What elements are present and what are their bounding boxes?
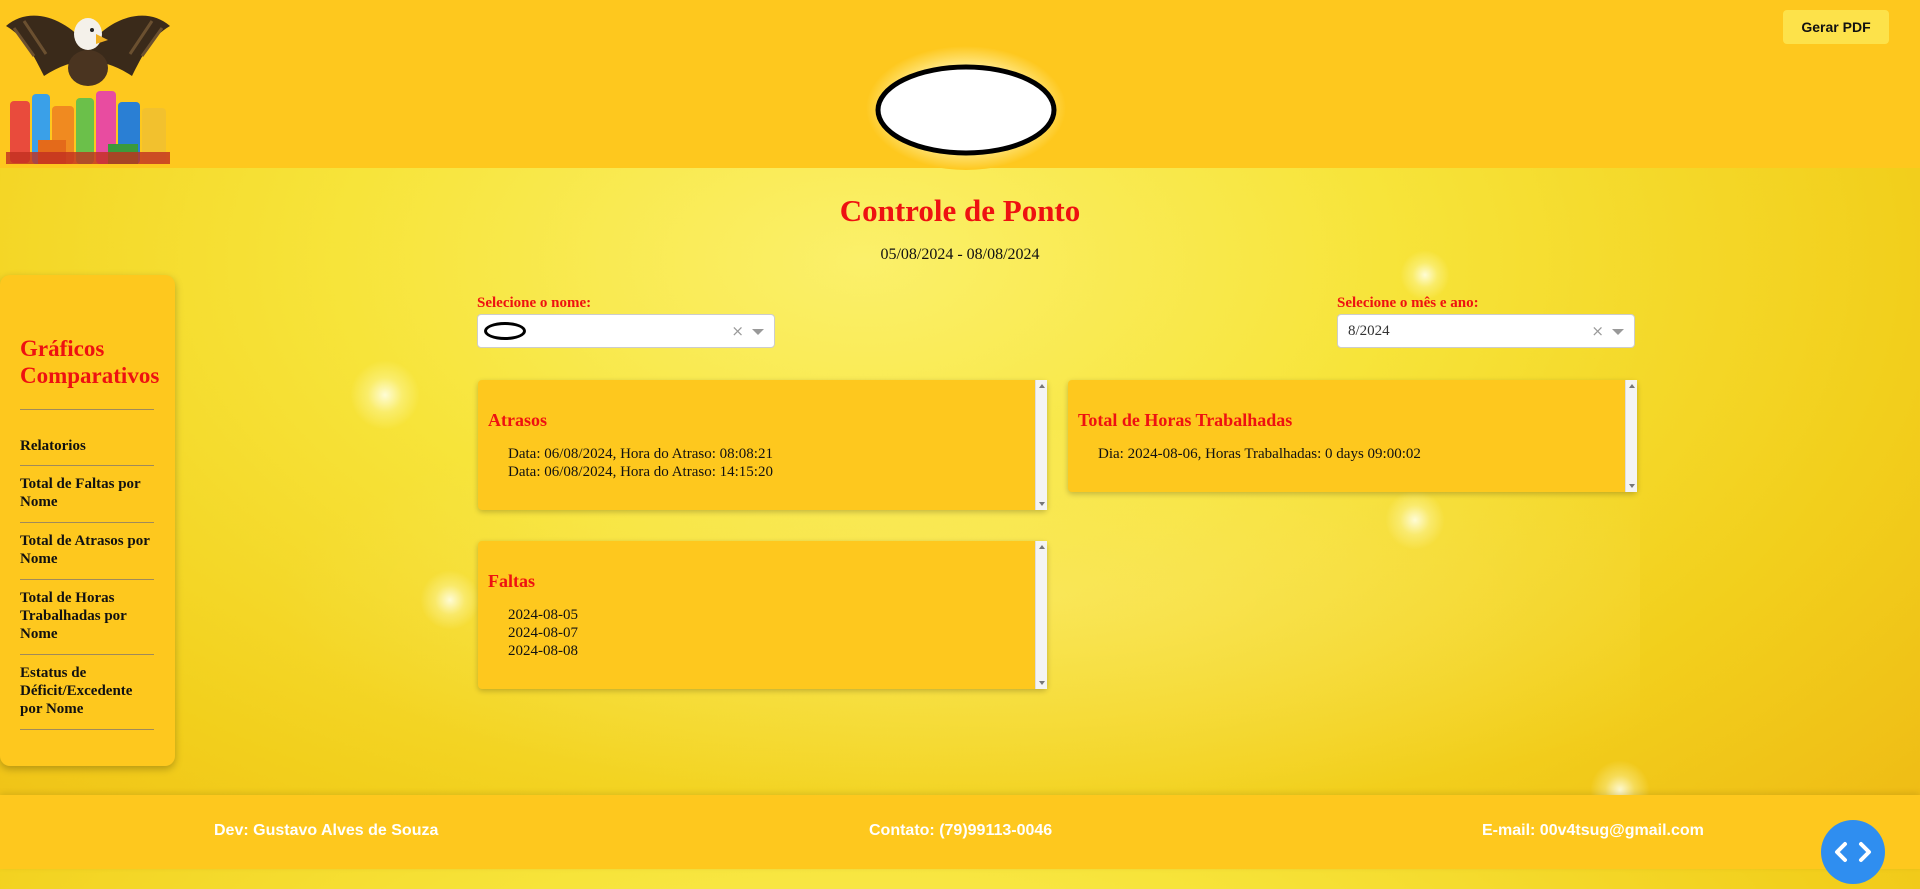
- scrollbar[interactable]: [1625, 380, 1637, 492]
- footer-contact: Contato: (79)99113-0046: [869, 822, 1053, 839]
- scrollbar[interactable]: [1035, 380, 1047, 510]
- date-range: 05/08/2024 - 08/08/2024: [880, 246, 1040, 263]
- page-title: Controle de Ponto: [839, 193, 1081, 228]
- clear-icon[interactable]: ×: [731, 322, 744, 340]
- scrollbar[interactable]: [1035, 541, 1047, 689]
- footer-dev: Dev: Gustavo Alves de Souza: [214, 822, 439, 839]
- horas-item: Dia: 2024-08-06, Horas Trabalhadas: 0 da…: [1098, 446, 1421, 462]
- chevron-down-icon[interactable]: [1612, 329, 1624, 335]
- redacted-name-mark: [484, 322, 526, 340]
- sidebar-divider: [20, 409, 154, 410]
- background-sparkle: [1385, 490, 1445, 550]
- sidebar-divider: [20, 465, 154, 466]
- sidebar: Gráficos Comparativos Relatorios Total d…: [0, 275, 175, 766]
- faltas-item: 2024-08-07: [508, 625, 578, 641]
- footer-email: E-mail: 00v4tsug@gmail.com: [1482, 822, 1704, 839]
- generate-pdf-button[interactable]: Gerar PDF: [1783, 10, 1889, 44]
- footer: Dev: Gustavo Alves de Souza Contato: (79…: [0, 795, 1920, 869]
- month-year-select[interactable]: 8/2024 ×: [1337, 314, 1635, 348]
- faltas-item: 2024-08-08: [508, 643, 578, 659]
- faltas-panel: Faltas 2024-08-05 2024-08-07 2024-08-08: [478, 541, 1047, 689]
- sidebar-divider: [20, 522, 154, 523]
- sidebar-divider: [20, 729, 154, 730]
- code-brackets-icon: [1835, 842, 1871, 862]
- sidebar-item-horas-trabalhadas[interactable]: Total de Horas Trabalhadas por Nome: [20, 589, 154, 643]
- background-sparkle: [420, 570, 480, 630]
- header: Gerar PDF: [0, 0, 1920, 170]
- background-sparkle: [350, 360, 420, 430]
- sidebar-divider: [20, 654, 154, 655]
- atrasos-item: Data: 06/08/2024, Hora do Atraso: 08:08:…: [508, 446, 773, 462]
- month-select-value: 8/2024: [1348, 323, 1390, 339]
- code-brackets-button[interactable]: [1821, 820, 1885, 884]
- name-select-label: Selecione o nome:: [477, 295, 592, 311]
- sidebar-divider: [20, 579, 154, 580]
- faltas-title: Faltas: [488, 571, 535, 591]
- chevron-down-icon[interactable]: [752, 329, 764, 335]
- horas-trabalhadas-panel: Total de Horas Trabalhadas Dia: 2024-08-…: [1068, 380, 1637, 492]
- sidebar-item-faltas[interactable]: Total de Faltas por Nome: [20, 475, 154, 511]
- redacted-oval-logo: [866, 46, 1066, 170]
- sidebar-item-atrasos[interactable]: Total de Atrasos por Nome: [20, 532, 154, 568]
- month-select-label: Selecione o mês e ano:: [1337, 295, 1479, 311]
- name-select[interactable]: ×: [477, 314, 775, 348]
- sidebar-item-deficit-excedente[interactable]: Estatus de Déficit/Excedente por Nome: [20, 664, 154, 718]
- sidebar-title: Gráficos Comparativos: [20, 336, 160, 388]
- atrasos-item: Data: 06/08/2024, Hora do Atraso: 14:15:…: [508, 464, 773, 480]
- horas-title: Total de Horas Trabalhadas: [1078, 410, 1293, 430]
- sidebar-item-relatorios[interactable]: Relatorios: [20, 437, 154, 455]
- clear-icon[interactable]: ×: [1591, 322, 1604, 340]
- atrasos-panel: Atrasos Data: 06/08/2024, Hora do Atraso…: [478, 380, 1047, 510]
- eagle-cleaning-products-logo: [6, 15, 170, 164]
- atrasos-title: Atrasos: [488, 410, 547, 430]
- faltas-item: 2024-08-05: [508, 607, 578, 623]
